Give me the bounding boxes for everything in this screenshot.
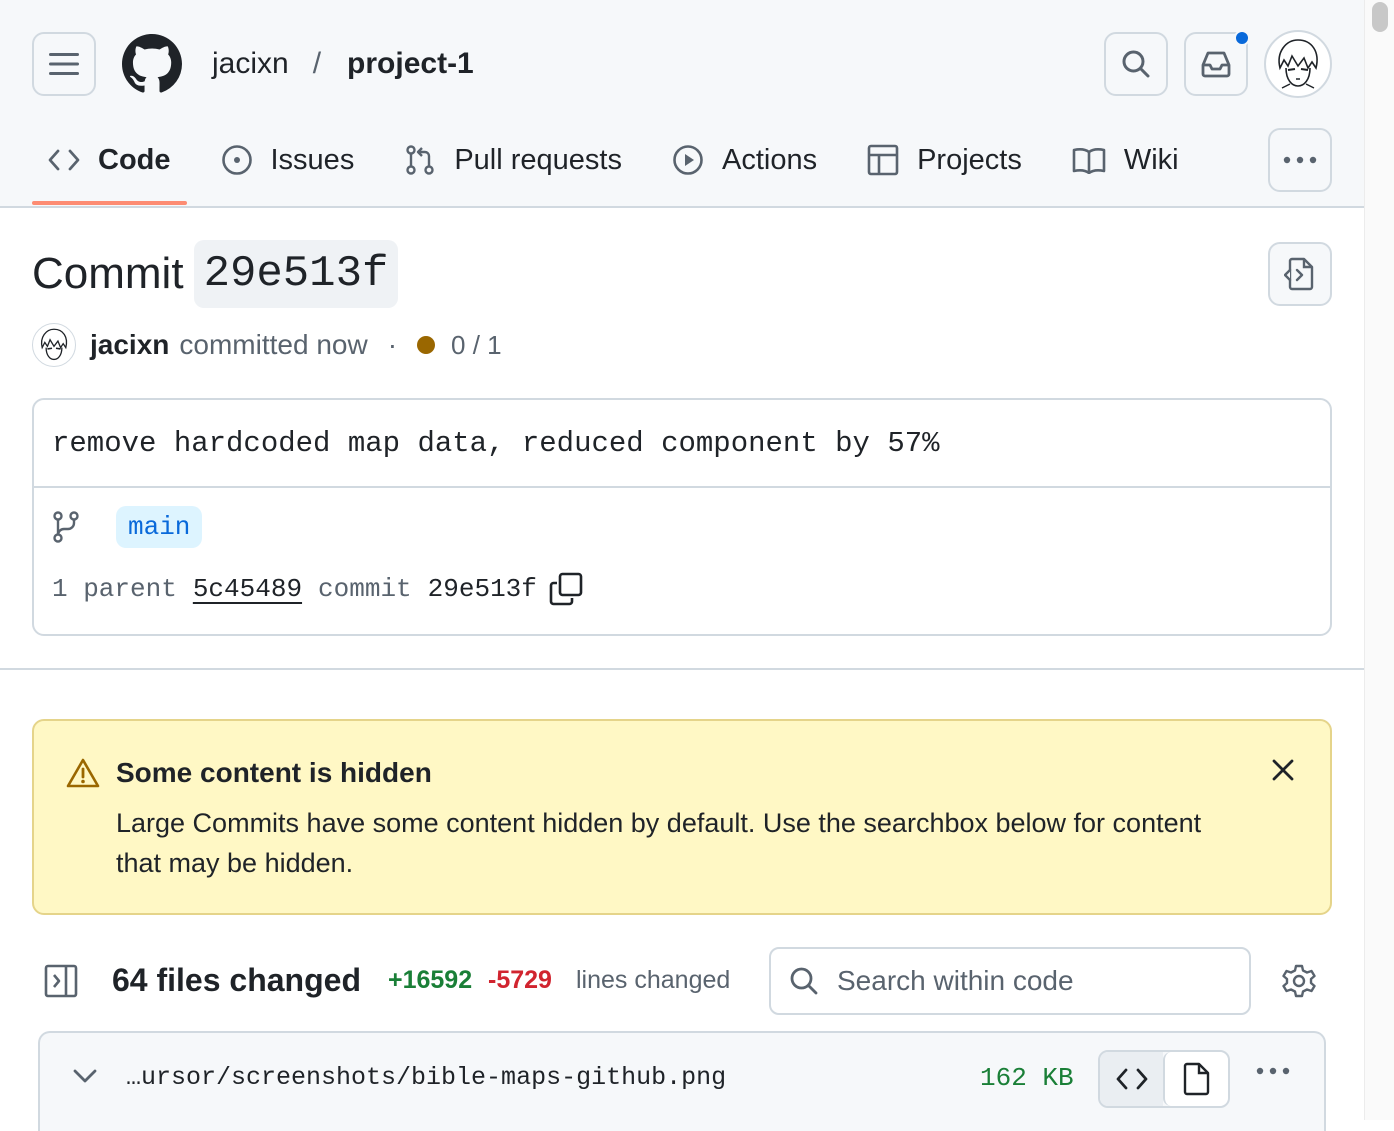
commit-title-prefix: Commit	[32, 249, 184, 298]
section-divider	[0, 668, 1364, 670]
full-commit-sha: 29e513f	[427, 574, 537, 604]
repo-nav-tabs: Code Issues Pull requests Actions Projec…	[32, 128, 1213, 208]
user-avatar[interactable]	[1264, 30, 1332, 98]
status-pending-icon[interactable]	[417, 336, 436, 354]
breadcrumb-repo[interactable]: project-1	[347, 44, 474, 84]
tab-projects[interactable]: Projects	[851, 128, 1038, 192]
tab-issues[interactable]: Issues	[205, 128, 371, 192]
tab-wiki-label: Wiki	[1123, 143, 1179, 176]
commit-time: committed now	[179, 329, 368, 360]
search-within-code[interactable]	[769, 947, 1251, 1015]
search-icon	[1122, 50, 1150, 78]
search-input[interactable]	[835, 964, 1215, 998]
deletions-count: -5729	[488, 966, 552, 994]
tab-projects-label: Projects	[917, 143, 1022, 176]
file-path[interactable]: …ursor/screenshots/bible-maps-github.png	[126, 1063, 726, 1092]
view-toggle	[1098, 1050, 1230, 1108]
parent-row: 1 parent 5c45489 commit 29e513f	[52, 572, 583, 606]
git-branch-icon	[53, 511, 79, 543]
tab-pull-requests-label: Pull requests	[454, 143, 622, 176]
tab-issues-label: Issues	[270, 143, 355, 176]
git-pull-request-icon	[406, 145, 435, 175]
tab-wiki[interactable]: Wiki	[1056, 128, 1195, 192]
author-avatar[interactable]	[32, 323, 76, 367]
code-icon	[48, 149, 80, 171]
hidden-content-warning: Some content is hidden Large Commits hav…	[32, 719, 1332, 915]
breadcrumb: jacixn / project-1	[212, 44, 474, 84]
breadcrumb-separator: /	[312, 47, 322, 80]
app-header: jacixn / project-1 Code Issues Pull requ…	[0, 0, 1364, 208]
page-title: Commit 29e513f	[32, 240, 399, 308]
commit-box: remove hardcoded map data, reduced compo…	[32, 398, 1332, 636]
hamburger-icon	[49, 53, 79, 75]
file-diff-header: …ursor/screenshots/bible-maps-github.png…	[38, 1031, 1326, 1131]
commit-sha-pill: 29e513f	[193, 240, 399, 308]
alert-icon	[66, 758, 100, 788]
scrollbar-thumb[interactable]	[1372, 2, 1388, 32]
table-icon	[867, 144, 899, 176]
anime-avatar-icon	[1278, 39, 1318, 89]
author-link[interactable]: jacixn	[90, 329, 169, 361]
commit-label: commit	[318, 574, 412, 604]
commit-message: remove hardcoded map data, reduced compo…	[34, 400, 1330, 488]
tab-code[interactable]: Code	[32, 128, 187, 205]
more-tabs-button[interactable]	[1268, 128, 1332, 192]
play-icon	[673, 145, 703, 175]
files-toolbar: 64 files changed +16592 -5729 lines chan…	[32, 946, 1332, 1016]
warning-title: Some content is hidden	[116, 757, 432, 788]
code-icon	[1116, 1068, 1147, 1090]
close-icon[interactable]	[1270, 757, 1296, 783]
search-button[interactable]	[1104, 32, 1168, 96]
file-size: 162 KB	[980, 1063, 1074, 1093]
rich-view-button[interactable]	[1163, 1052, 1228, 1106]
branch-row: main	[52, 506, 203, 548]
copy-icon[interactable]	[549, 572, 583, 606]
tab-actions-label: Actions	[721, 143, 818, 176]
tab-code-label: Code	[98, 143, 171, 176]
search-icon	[790, 967, 818, 995]
file-icon	[1183, 1062, 1209, 1096]
kebab-horizontal-icon[interactable]	[1256, 1067, 1290, 1075]
issue-opened-icon	[221, 145, 252, 175]
tab-actions[interactable]: Actions	[656, 128, 833, 192]
branch-label[interactable]: main	[116, 506, 203, 548]
notification-indicator	[1234, 30, 1250, 46]
scrollbar[interactable]	[1364, 0, 1394, 1120]
breadcrumb-owner[interactable]: jacixn	[212, 44, 289, 84]
book-icon	[1072, 148, 1106, 174]
lines-changed-label: lines changed	[576, 966, 731, 994]
file-code-icon	[1284, 257, 1314, 291]
github-logo-icon[interactable]	[122, 34, 182, 94]
gear-icon[interactable]	[1282, 964, 1316, 998]
parent-label: 1 parent	[52, 574, 177, 604]
tab-pull-requests[interactable]: Pull requests	[388, 128, 638, 192]
checks-count[interactable]: 0 / 1	[451, 330, 502, 361]
inbox-icon	[1201, 51, 1231, 78]
anime-avatar-icon	[40, 328, 68, 361]
files-changed-count: 64 files changed	[112, 962, 361, 998]
source-view-button[interactable]	[1100, 1052, 1163, 1106]
parent-sha-link[interactable]: 5c45489	[193, 574, 302, 604]
commit-meta: jacixn committed now · 0 / 1	[32, 322, 502, 368]
additions-count: +16592	[388, 966, 473, 994]
chevron-down-icon[interactable]	[72, 1067, 98, 1085]
menu-button[interactable]	[32, 32, 96, 96]
sidebar-expand-icon[interactable]	[44, 964, 78, 998]
warning-body: Large Commits have some content hidden b…	[116, 808, 1202, 878]
kebab-horizontal-icon	[1283, 156, 1317, 164]
meta-separator: ·	[387, 329, 398, 360]
browse-files-button[interactable]	[1268, 242, 1332, 306]
